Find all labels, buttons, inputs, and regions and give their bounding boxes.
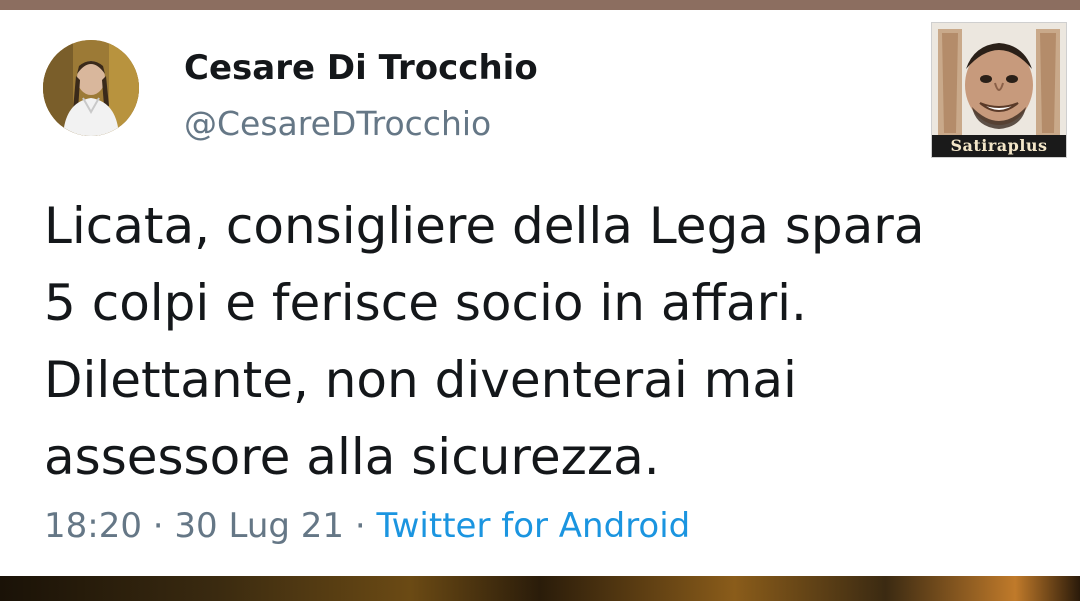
avatar[interactable] xyxy=(43,40,139,136)
tweet-text-line: Licata, consigliere della Lega spara xyxy=(44,197,925,255)
satire-sticker-image: Satiraplus xyxy=(931,22,1067,158)
tweet-source-link[interactable]: Twitter for Android xyxy=(376,506,690,546)
avatar-photo-icon xyxy=(43,40,139,136)
author-name[interactable]: Cesare Di Trocchio xyxy=(184,48,538,88)
meta-separator: · xyxy=(344,506,377,546)
tweet-text: Licata, consigliere della Lega spara 5 c… xyxy=(44,188,1044,496)
tweet-metadata: 18:20 · 30 Lug 21 · Twitter for Android xyxy=(44,506,690,546)
tweet-text-line: Dilettante, non diventerai mai xyxy=(44,351,797,409)
tweet-date[interactable]: 30 Lug 21 xyxy=(174,506,344,546)
tweet-time[interactable]: 18:20 xyxy=(44,506,142,546)
tweet-text-line: 5 colpi e ferisce socio in affari. xyxy=(44,274,807,332)
tweet-text-line: assessore alla sicurezza. xyxy=(44,428,660,486)
meta-separator: · xyxy=(141,506,175,546)
top-image-border xyxy=(0,0,1080,10)
sticker-label: Satiraplus xyxy=(932,135,1066,157)
author-handle[interactable]: @CesareDTrocchio xyxy=(184,104,491,143)
bottom-image-border xyxy=(0,576,1080,601)
